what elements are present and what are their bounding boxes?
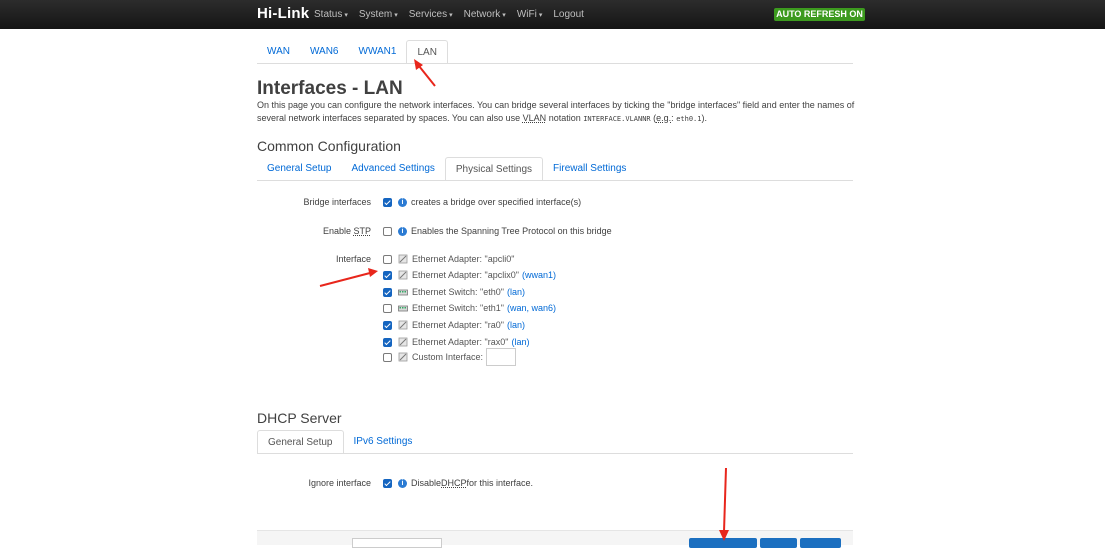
interface-row-rax0: Ethernet Adapter: "rax0" (lan) bbox=[383, 337, 529, 347]
chevron-down-icon: ▾ bbox=[449, 12, 453, 19]
tab-lan[interactable]: LAN bbox=[406, 40, 448, 64]
menu-system[interactable]: System ▾ bbox=[359, 9, 398, 20]
interface-checkbox[interactable] bbox=[383, 303, 392, 313]
page-title: Interfaces - LAN bbox=[257, 78, 403, 99]
main-menu: Status ▾ System ▾ Services ▾ Network ▾ WiFi ▾… bbox=[314, 9, 595, 20]
ethernet-adapter-icon bbox=[398, 254, 408, 264]
menu-network[interactable]: Network ▾ bbox=[464, 9, 506, 20]
chevron-down-icon: ▾ bbox=[502, 12, 506, 19]
interface-row-eth1: Ethernet Switch: "eth1" (wan, wan6) bbox=[383, 303, 556, 313]
network-link[interactable]: (wwan1) bbox=[522, 270, 556, 280]
interface-checkbox[interactable] bbox=[383, 270, 392, 280]
save-apply-button[interactable] bbox=[689, 538, 757, 548]
tab-divider bbox=[257, 180, 853, 181]
annotation-arrow-save-apply bbox=[723, 467, 727, 533]
menu-status[interactable]: Status ▾ bbox=[314, 9, 348, 20]
ethernet-switch-icon bbox=[398, 305, 408, 312]
auto-refresh-toggle[interactable]: AUTO REFRESH ON bbox=[774, 8, 865, 21]
reset-button[interactable] bbox=[800, 538, 841, 548]
tab-wan6[interactable]: WAN6 bbox=[300, 40, 349, 64]
common-config-tabs: General Setup Advanced Settings Physical… bbox=[257, 157, 636, 181]
interface-row-custom: Custom Interface: bbox=[383, 348, 517, 366]
chevron-down-icon: ▾ bbox=[344, 12, 348, 19]
tab-divider bbox=[257, 63, 853, 64]
interface-row-ra0: Ethernet Adapter: "ra0" (lan) bbox=[383, 320, 525, 330]
tab-general-setup[interactable]: General Setup bbox=[257, 157, 342, 181]
interface-checkbox[interactable] bbox=[383, 287, 392, 297]
page-description: On this page you can configure the netwo… bbox=[257, 100, 855, 123]
interface-checkbox[interactable] bbox=[383, 320, 392, 330]
dhcp-server-title: DHCP Server bbox=[257, 410, 342, 426]
ethernet-adapter-icon bbox=[398, 337, 408, 347]
bridge-interfaces-field: i creates a bridge over specified interf… bbox=[383, 197, 581, 207]
common-config-title: Common Configuration bbox=[257, 138, 401, 154]
tab-dhcp-general-setup[interactable]: General Setup bbox=[257, 430, 344, 454]
network-link[interactable]: (lan) bbox=[511, 337, 529, 347]
tab-advanced-settings[interactable]: Advanced Settings bbox=[342, 157, 445, 181]
ethernet-adapter-icon bbox=[398, 352, 408, 362]
tab-physical-settings[interactable]: Physical Settings bbox=[444, 157, 544, 181]
custom-interface-checkbox[interactable] bbox=[383, 352, 392, 362]
enable-stp-field: i Enables the Spanning Tree Protocol on … bbox=[383, 226, 612, 236]
menu-logout[interactable]: Logout bbox=[553, 9, 584, 20]
enable-stp-checkbox[interactable] bbox=[383, 226, 392, 236]
ethernet-switch-icon bbox=[398, 289, 408, 296]
brand-logo[interactable]: Hi-Link bbox=[257, 5, 309, 22]
help-icon: i bbox=[398, 226, 407, 236]
save-button[interactable] bbox=[760, 538, 797, 548]
ethernet-adapter-icon bbox=[398, 320, 408, 330]
tab-wwan1[interactable]: WWAN1 bbox=[349, 40, 407, 64]
help-icon: i bbox=[398, 197, 407, 207]
tab-firewall-settings[interactable]: Firewall Settings bbox=[543, 157, 636, 181]
enable-stp-label: Enable STP bbox=[322, 226, 371, 236]
tab-ipv6-settings[interactable]: IPv6 Settings bbox=[344, 430, 423, 454]
network-link[interactable]: (wan, wan6) bbox=[507, 303, 556, 313]
interface-row-apcli0: Ethernet Adapter: "apcli0" bbox=[383, 254, 514, 264]
menu-wifi[interactable]: WiFi ▾ bbox=[517, 9, 543, 20]
ethernet-adapter-icon bbox=[398, 270, 408, 280]
bridge-interfaces-label: Bridge interfaces bbox=[303, 197, 371, 207]
network-link[interactable]: (lan) bbox=[507, 287, 525, 297]
chevron-down-icon: ▾ bbox=[394, 12, 398, 19]
annotation-arrow-lan-tab bbox=[418, 65, 436, 87]
interface-label: Interface bbox=[335, 254, 371, 264]
interface-checkbox[interactable] bbox=[383, 337, 392, 347]
help-icon: i bbox=[398, 478, 407, 488]
dhcp-tabs: General Setup IPv6 Settings bbox=[257, 430, 422, 454]
bridge-interfaces-checkbox[interactable] bbox=[383, 197, 392, 207]
actions-select[interactable] bbox=[352, 538, 442, 548]
vlan-abbr: VLAN bbox=[522, 113, 547, 123]
interface-checkbox[interactable] bbox=[383, 254, 392, 264]
tab-wan[interactable]: WAN bbox=[257, 40, 300, 64]
interface-row-apclix0: Ethernet Adapter: "apclix0" (wwan1) bbox=[383, 270, 556, 280]
custom-interface-input[interactable] bbox=[486, 348, 517, 366]
tab-divider bbox=[257, 453, 853, 454]
ignore-interface-label: Ignore interface bbox=[308, 478, 371, 488]
arrow-head-icon bbox=[368, 268, 378, 277]
interface-tabs: WAN WAN6 WWAN1 LAN bbox=[257, 40, 448, 64]
menu-services[interactable]: Services ▾ bbox=[409, 9, 453, 20]
network-link[interactable]: (lan) bbox=[507, 320, 525, 330]
ignore-interface-checkbox[interactable] bbox=[383, 478, 392, 488]
annotation-arrow-apclix0 bbox=[319, 272, 371, 287]
interface-row-eth0: Ethernet Switch: "eth0" (lan) bbox=[383, 287, 525, 297]
top-navbar: Hi-Link Status ▾ System ▾ Services ▾ Networ… bbox=[0, 0, 1105, 29]
chevron-down-icon: ▾ bbox=[538, 12, 543, 19]
ignore-interface-field: i Disable DHCP for this interface. bbox=[383, 478, 533, 488]
